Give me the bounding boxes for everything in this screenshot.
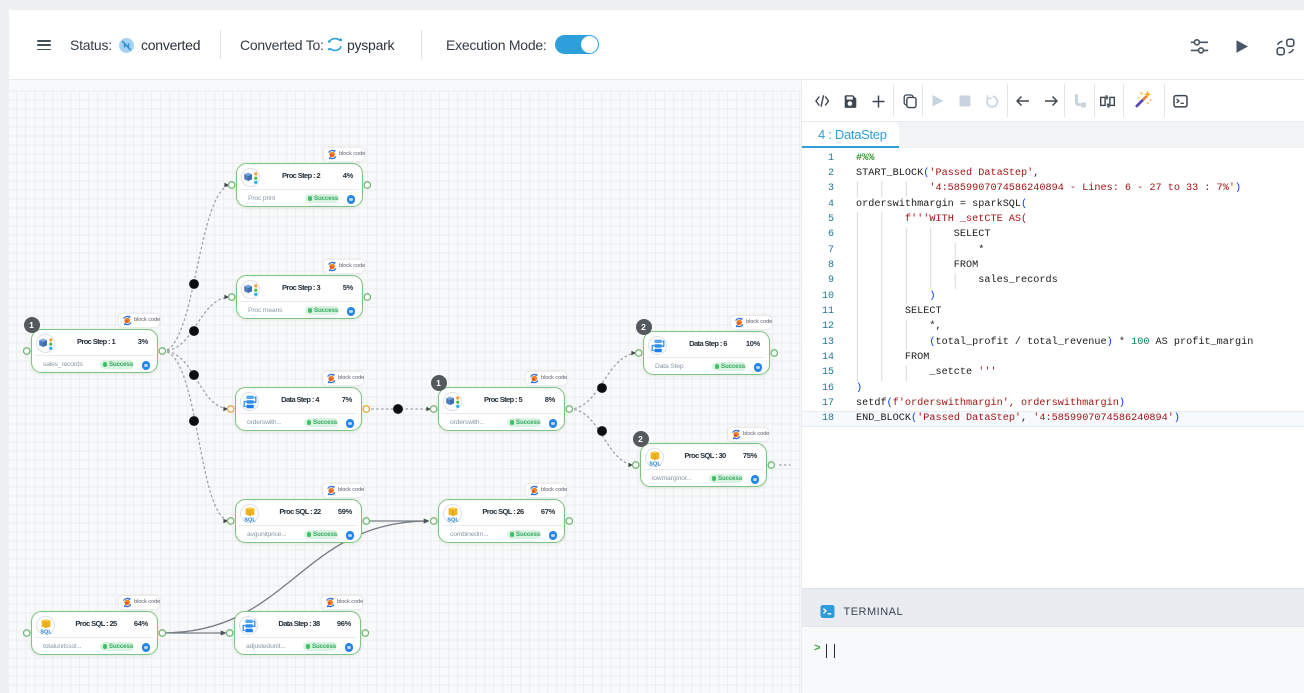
svg-text:SQL: SQL bbox=[244, 517, 256, 523]
svg-text:SQL: SQL bbox=[447, 517, 459, 523]
svg-text:SQL: SQL bbox=[40, 629, 52, 635]
svg-text:SQL: SQL bbox=[649, 461, 661, 467]
